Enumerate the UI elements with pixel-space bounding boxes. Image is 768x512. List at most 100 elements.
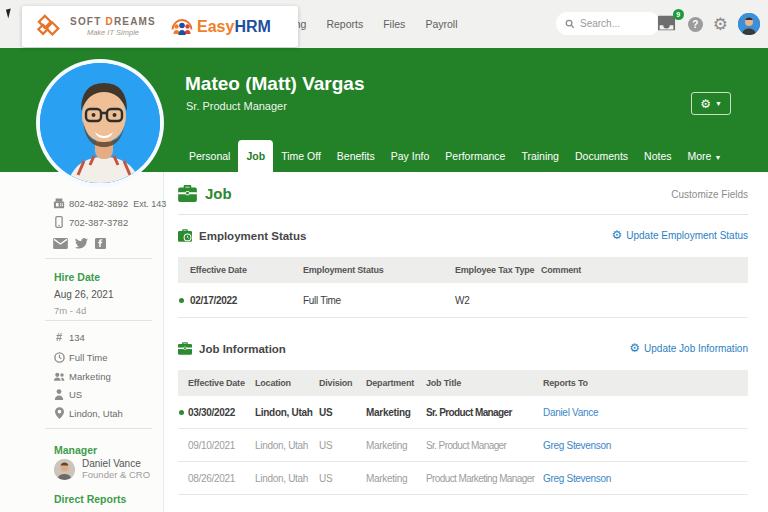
mobile-phone-row: 702-387-3782: [53, 216, 128, 228]
current-indicator: [179, 410, 184, 415]
gear-icon: ⚙: [713, 15, 728, 34]
employee-photo[interactable]: [36, 59, 164, 187]
hash-icon: #: [53, 331, 65, 343]
nav-item-files[interactable]: Files: [383, 18, 405, 30]
manager-title: Founder & CRO: [82, 469, 150, 480]
phone-extension: Ext. 143: [133, 199, 166, 209]
hire-date-value: Aug 26, 2021: [54, 289, 114, 300]
sidebar-divider: [45, 258, 152, 259]
search-input[interactable]: Search...: [556, 12, 660, 35]
user-avatar[interactable]: [738, 13, 760, 35]
easyhrm-icon: [170, 15, 194, 39]
settings-gear-button[interactable]: ⚙: [713, 16, 728, 33]
inbox-button[interactable]: 9: [656, 14, 680, 34]
employment-type-row: Full Time: [53, 352, 108, 363]
office-phone: 802-482-3892: [69, 198, 128, 209]
employment-status-row[interactable]: 02/17/2022 Full Time W2: [178, 283, 748, 318]
job-section-title: Job: [178, 185, 232, 202]
briefcase-icon: [178, 342, 192, 355]
search-placeholder: Search...: [580, 18, 620, 29]
clock-icon: [53, 352, 65, 363]
employee-job-title: Sr. Product Manager: [186, 100, 287, 112]
employment-status-title: Employment Status: [178, 229, 306, 242]
employment-type: Full Time: [69, 352, 108, 363]
profile-settings-button[interactable]: ⚙ ▼: [691, 92, 731, 115]
customize-fields-link[interactable]: Customize Fields: [671, 189, 748, 200]
department-row: Marketing: [53, 371, 111, 382]
tab-job[interactable]: Job: [238, 140, 273, 172]
job-information-row[interactable]: 03/30/2022 Lindon, Utah US Marketing Sr.…: [178, 396, 748, 429]
topbar-icons: 9 ? ⚙: [656, 0, 760, 48]
location: Lindon, Utah: [69, 408, 123, 419]
update-job-information-link[interactable]: ⚙ Update Job Information: [629, 342, 748, 354]
mouse-cursor: [6, 9, 13, 19]
inbox-badge: 9: [673, 9, 684, 20]
gear-icon: ⚙: [700, 98, 711, 110]
direct-reports-label: Direct Reports: [54, 493, 126, 505]
tab-notes[interactable]: Notes: [636, 140, 679, 172]
nav-item-payroll[interactable]: Payroll: [425, 18, 457, 30]
facebook-icon[interactable]: [95, 238, 106, 249]
soft-dreams-logo: SOFT DREAMS Make IT Simple: [36, 13, 156, 41]
tab-training[interactable]: Training: [513, 140, 567, 172]
employment-status-table-header: Effective Date Employment Status Employe…: [178, 257, 748, 283]
help-button[interactable]: ?: [688, 17, 703, 32]
sidebar-divider: [45, 320, 152, 321]
tab-documents[interactable]: Documents: [567, 140, 636, 172]
job-information-row[interactable]: 08/26/2021 Lindon, Utah US Marketing Pro…: [178, 462, 748, 495]
location-row: Lindon, Utah: [53, 407, 123, 419]
search-icon: [565, 19, 575, 29]
easyhrm-name: EasyHRM: [197, 18, 271, 36]
chevron-down-icon: ▼: [715, 100, 722, 107]
sidebar-divider: [45, 428, 152, 429]
division-row: US: [53, 389, 82, 400]
office-phone-row: 802-482-3892 Ext. 143: [53, 198, 166, 209]
people-icon: [53, 372, 65, 382]
tab-more[interactable]: More▼: [680, 140, 730, 172]
gear-icon: ⚙: [612, 229, 623, 241]
reports-to-link[interactable]: Greg Stevenson: [543, 473, 748, 484]
soft-dreams-name: SOFT DREAMS: [70, 16, 156, 27]
update-employment-status-link[interactable]: ⚙ Update Employment Status: [612, 229, 749, 241]
tab-personal[interactable]: Personal: [181, 140, 238, 172]
manager-name[interactable]: Daniel Vance: [82, 458, 150, 469]
tab-pay-info[interactable]: Pay Info: [383, 140, 438, 172]
chevron-down-icon: ▼: [714, 154, 721, 161]
briefcase-icon: [178, 185, 197, 202]
current-indicator: [179, 298, 184, 303]
mobile-phone: 702-387-3782: [69, 217, 128, 228]
division: US: [69, 389, 82, 400]
reports-to-link[interactable]: Daniel Vance: [543, 407, 748, 418]
tab-benefits[interactable]: Benefits: [329, 140, 383, 172]
employee-id: 134: [69, 332, 85, 343]
main-nav: Hiring Reports Files Payroll: [279, 0, 457, 48]
desk-phone-icon: [53, 198, 65, 209]
easyhrm-logo: EasyHRM: [170, 15, 271, 39]
question-icon: ?: [692, 19, 698, 30]
employee-id-row: # 134: [53, 331, 85, 343]
reports-to-link[interactable]: Greg Stevenson: [543, 440, 748, 451]
manager-label: Manager: [54, 444, 97, 456]
logo-box: SOFT DREAMS Make IT Simple EasyHRM: [22, 6, 298, 47]
topbar: Hiring Reports Files Payroll SOFT DREAMS…: [0, 0, 768, 48]
tab-time-off[interactable]: Time Off: [273, 140, 329, 172]
job-tab-content: Job Customize Fields Employment Status ⚙…: [178, 172, 748, 495]
mobile-phone-icon: [53, 216, 65, 228]
soft-dreams-tagline: Make IT Simple: [70, 28, 156, 37]
tab-performance[interactable]: Performance: [437, 140, 513, 172]
employee-sidebar: 802-482-3892 Ext. 143 702-387-3782 Hire …: [0, 172, 164, 512]
department: Marketing: [69, 371, 111, 382]
gear-icon: ⚙: [629, 342, 640, 354]
pin-icon: [53, 407, 65, 419]
job-information-table-header: Effective Date Location Division Departm…: [178, 370, 748, 396]
manager-row: Daniel Vance Founder & CRO: [54, 458, 150, 480]
nav-item-reports[interactable]: Reports: [326, 18, 363, 30]
easyhrm-app: Hiring Reports Files Payroll SOFT DREAMS…: [0, 0, 768, 512]
employee-name: Mateo (Matt) Vargas: [185, 73, 364, 95]
briefcase-clock-icon: [178, 229, 192, 242]
job-information-title: Job Information: [178, 342, 286, 355]
job-information-row[interactable]: 09/10/2021 Lindon, Utah US Marketing Sr.…: [178, 429, 748, 462]
twitter-icon[interactable]: [75, 238, 88, 249]
email-icon[interactable]: [53, 238, 68, 249]
manager-avatar[interactable]: [54, 459, 75, 480]
